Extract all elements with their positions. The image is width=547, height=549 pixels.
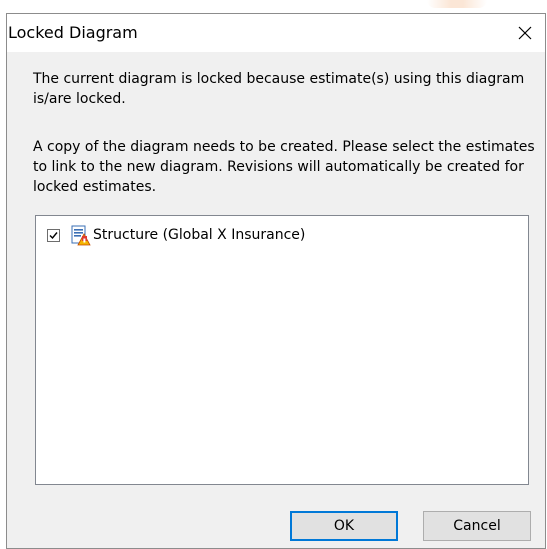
close-button[interactable] — [505, 14, 545, 52]
estimate-document-icon — [71, 225, 91, 246]
instruction-message: A copy of the diagram needs to be create… — [33, 139, 535, 195]
dialog-title: Locked Diagram — [8, 23, 138, 42]
ok-button[interactable]: OK — [290, 511, 398, 541]
estimates-list[interactable]: Structure (Global X Insurance) — [35, 215, 529, 485]
locked-diagram-dialog: Locked Diagram The current diagram is lo… — [6, 13, 546, 549]
background-window-fragment — [427, 0, 487, 8]
close-icon — [518, 26, 532, 40]
title-bar: Locked Diagram — [7, 14, 545, 52]
estimate-label: Structure (Global X Insurance) — [93, 227, 306, 243]
locked-message: The current diagram is locked because es… — [33, 71, 525, 107]
estimate-checkbox[interactable] — [47, 228, 60, 242]
checkmark-icon — [49, 231, 58, 239]
list-item[interactable]: Structure (Global X Insurance) — [47, 224, 305, 246]
cancel-button[interactable]: Cancel — [423, 511, 531, 541]
